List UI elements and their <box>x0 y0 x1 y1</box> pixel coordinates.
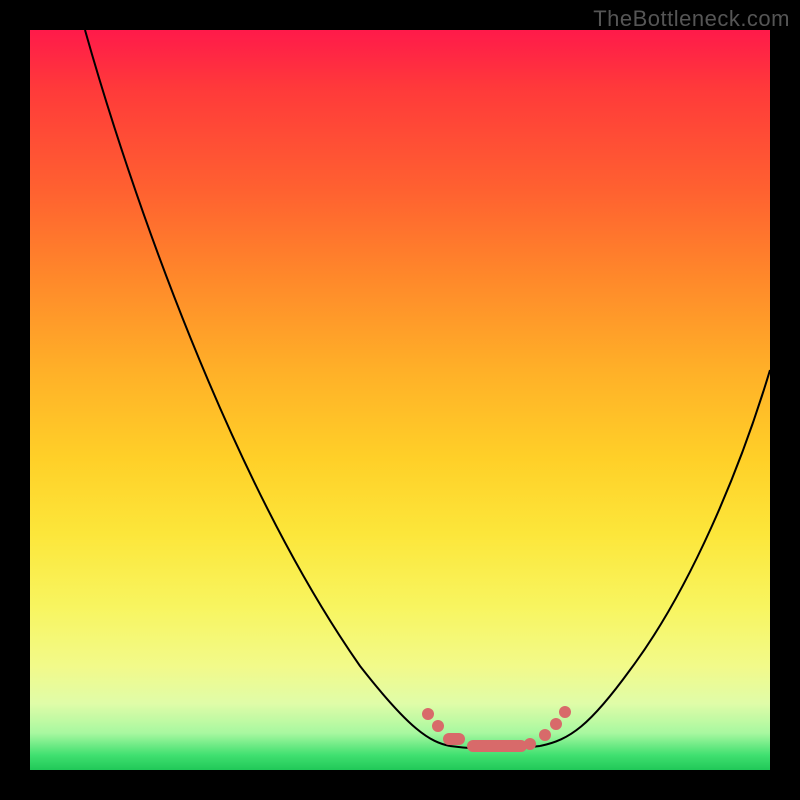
curve-bottom <box>450 746 540 749</box>
chart-container: TheBottleneck.com <box>0 0 800 800</box>
watermark-text: TheBottleneck.com <box>593 6 790 32</box>
plot-area <box>30 30 770 770</box>
curve-left <box>85 30 450 746</box>
curve-right <box>540 370 770 746</box>
curve-svg <box>30 30 770 770</box>
highlight-markers <box>422 706 571 752</box>
